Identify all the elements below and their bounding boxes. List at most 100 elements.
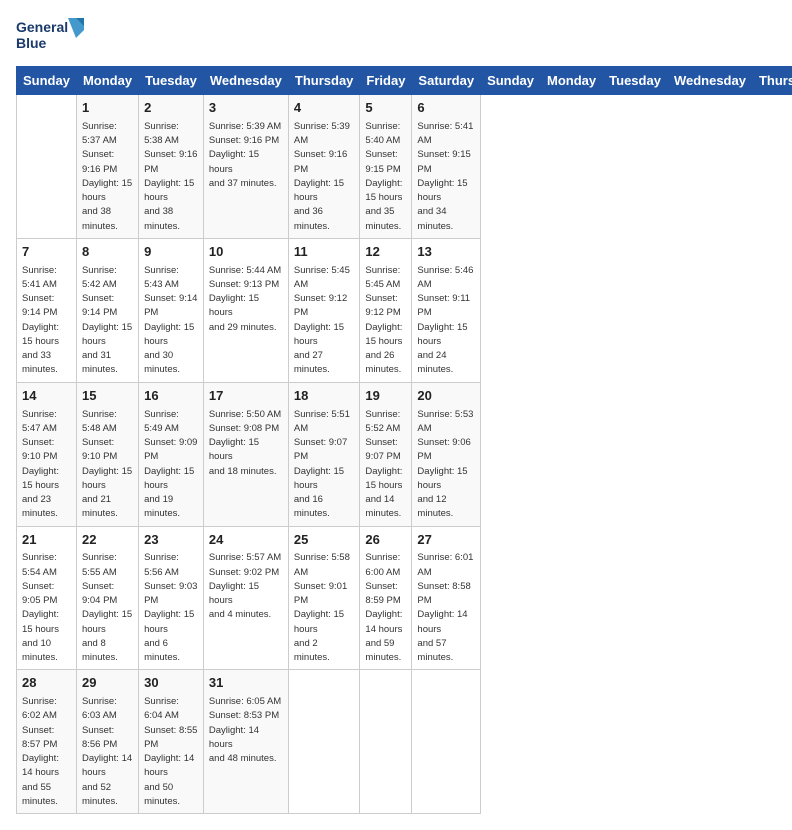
day-info: Sunrise: 6:04 AM Sunset: 8:55 PM Dayligh… — [144, 695, 198, 809]
day-info: Sunrise: 6:02 AM Sunset: 8:57 PM Dayligh… — [22, 695, 71, 809]
day-number: 29 — [82, 674, 133, 693]
day-info: Sunrise: 5:41 AM Sunset: 9:14 PM Dayligh… — [22, 264, 71, 378]
calendar-cell: 10Sunrise: 5:44 AM Sunset: 9:13 PM Dayli… — [203, 238, 288, 382]
calendar-cell: 5Sunrise: 5:40 AM Sunset: 9:15 PM Daylig… — [360, 95, 412, 239]
calendar-cell — [17, 95, 77, 239]
day-number: 5 — [365, 99, 406, 118]
day-info: Sunrise: 6:00 AM Sunset: 8:59 PM Dayligh… — [365, 551, 406, 665]
day-number: 25 — [294, 531, 355, 550]
header-day-tuesday: Tuesday — [139, 67, 204, 95]
day-info: Sunrise: 6:05 AM Sunset: 8:53 PM Dayligh… — [209, 695, 283, 766]
day-info: Sunrise: 5:52 AM Sunset: 9:07 PM Dayligh… — [365, 408, 406, 522]
calendar-cell: 7 Sunrise: 5:41 AM Sunset: 9:14 PM Daylig… — [17, 238, 77, 382]
calendar-cell: 3 Sunrise: 5:39 AM Sunset: 9:16 PM Daylig… — [203, 95, 288, 239]
day-info: Sunrise: 5:56 AM Sunset: 9:03 PM Dayligh… — [144, 551, 198, 665]
calendar-cell: 8 Sunrise: 5:42 AM Sunset: 9:14 PM Daylig… — [76, 238, 138, 382]
day-number: 2 — [144, 99, 198, 118]
day-number: 30 — [144, 674, 198, 693]
calendar-cell: 26Sunrise: 6:00 AM Sunset: 8:59 PM Dayli… — [360, 526, 412, 670]
day-info: Sunrise: 5:37 AM Sunset: 9:16 PM Dayligh… — [82, 120, 133, 234]
day-number: 1 — [82, 99, 133, 118]
calendar-cell: 15 Sunrise: 5:48 AM Sunset: 9:10 PM Dayli… — [76, 382, 138, 526]
day-info: Sunrise: 5:49 AM Sunset: 9:09 PM Dayligh… — [144, 408, 198, 522]
day-info: Sunrise: 5:50 AM Sunset: 9:08 PM Dayligh… — [209, 408, 283, 479]
calendar-cell: 17 Sunrise: 5:50 AM Sunset: 9:08 PM Dayli… — [203, 382, 288, 526]
day-number: 17 — [209, 387, 283, 406]
calendar-cell: 14 Sunrise: 5:47 AM Sunset: 9:10 PM Dayli… — [17, 382, 77, 526]
day-number: 7 — [22, 243, 71, 262]
calendar-cell: 23Sunrise: 5:56 AM Sunset: 9:03 PM Dayli… — [139, 526, 204, 670]
svg-text:Blue: Blue — [16, 35, 47, 51]
day-info: Sunrise: 5:48 AM Sunset: 9:10 PM Dayligh… — [82, 408, 133, 522]
calendar-cell — [412, 670, 481, 814]
calendar-cell: 21Sunrise: 5:54 AM Sunset: 9:05 PM Dayli… — [17, 526, 77, 670]
header-day-friday: Friday — [360, 67, 412, 95]
calendar-header-row: SundayMondayTuesdayWednesdayThursdayFrid… — [17, 67, 792, 95]
calendar-cell: 28 Sunrise: 6:02 AM Sunset: 8:57 PM Dayli… — [17, 670, 77, 814]
calendar-cell — [288, 670, 360, 814]
calendar-cell: 29 Sunrise: 6:03 AM Sunset: 8:56 PM Dayli… — [76, 670, 138, 814]
calendar-cell: 6 Sunrise: 5:41 AM Sunset: 9:15 PM Daylig… — [412, 95, 481, 239]
logo-svg: General Blue — [16, 16, 86, 58]
day-info: Sunrise: 5:42 AM Sunset: 9:14 PM Dayligh… — [82, 264, 133, 378]
logo: General Blue — [16, 16, 86, 58]
day-info: Sunrise: 5:38 AM Sunset: 9:16 PM Dayligh… — [144, 120, 198, 234]
calendar-cell: 22Sunrise: 5:55 AM Sunset: 9:04 PM Dayli… — [76, 526, 138, 670]
day-info: Sunrise: 5:51 AM Sunset: 9:07 PM Dayligh… — [294, 408, 355, 522]
day-number: 27 — [417, 531, 475, 550]
week-row-3: 14 Sunrise: 5:47 AM Sunset: 9:10 PM Dayli… — [17, 382, 792, 526]
day-number: 9 — [144, 243, 198, 262]
day-info: Sunrise: 5:39 AM Sunset: 9:16 PM Dayligh… — [209, 120, 283, 191]
day-number: 26 — [365, 531, 406, 550]
day-number: 28 — [22, 674, 71, 693]
calendar-cell: 12Sunrise: 5:45 AM Sunset: 9:12 PM Dayli… — [360, 238, 412, 382]
calendar-cell: 20Sunrise: 5:53 AM Sunset: 9:06 PM Dayli… — [412, 382, 481, 526]
day-number: 18 — [294, 387, 355, 406]
calendar-cell: 9Sunrise: 5:43 AM Sunset: 9:14 PM Daylig… — [139, 238, 204, 382]
day-info: Sunrise: 5:55 AM Sunset: 9:04 PM Dayligh… — [82, 551, 133, 665]
day-info: Sunrise: 5:46 AM Sunset: 9:11 PM Dayligh… — [417, 264, 475, 378]
calendar-cell: 2 Sunrise: 5:38 AM Sunset: 9:16 PM Daylig… — [139, 95, 204, 239]
week-row-5: 28 Sunrise: 6:02 AM Sunset: 8:57 PM Dayli… — [17, 670, 792, 814]
day-number: 13 — [417, 243, 475, 262]
day-number: 4 — [294, 99, 355, 118]
day-number: 6 — [417, 99, 475, 118]
calendar-cell: 30 Sunrise: 6:04 AM Sunset: 8:55 PM Dayli… — [139, 670, 204, 814]
day-number: 8 — [82, 243, 133, 262]
day-info: Sunrise: 5:41 AM Sunset: 9:15 PM Dayligh… — [417, 120, 475, 234]
day-number: 10 — [209, 243, 283, 262]
day-info: Sunrise: 5:47 AM Sunset: 9:10 PM Dayligh… — [22, 408, 71, 522]
week-row-4: 21Sunrise: 5:54 AM Sunset: 9:05 PM Dayli… — [17, 526, 792, 670]
calendar-cell: 1 Sunrise: 5:37 AM Sunset: 9:16 PM Daylig… — [76, 95, 138, 239]
day-number: 21 — [22, 531, 71, 550]
header-day-monday: Monday — [76, 67, 138, 95]
calendar-cell: 31 Sunrise: 6:05 AM Sunset: 8:53 PM Dayli… — [203, 670, 288, 814]
day-info: Sunrise: 5:58 AM Sunset: 9:01 PM Dayligh… — [294, 551, 355, 665]
header-wednesday: Wednesday — [667, 67, 752, 95]
header-day-thursday: Thursday — [288, 67, 360, 95]
day-info: Sunrise: 6:01 AM Sunset: 8:58 PM Dayligh… — [417, 551, 475, 665]
calendar-cell: 18 Sunrise: 5:51 AM Sunset: 9:07 PM Dayli… — [288, 382, 360, 526]
week-row-1: 1 Sunrise: 5:37 AM Sunset: 9:16 PM Daylig… — [17, 95, 792, 239]
day-number: 14 — [22, 387, 71, 406]
header-monday: Monday — [541, 67, 603, 95]
day-number: 31 — [209, 674, 283, 693]
header-tuesday: Tuesday — [603, 67, 668, 95]
day-number: 3 — [209, 99, 283, 118]
day-number: 22 — [82, 531, 133, 550]
day-number: 12 — [365, 243, 406, 262]
calendar-cell: 11 Sunrise: 5:45 AM Sunset: 9:12 PM Dayli… — [288, 238, 360, 382]
header-thursday: Thursday — [752, 67, 792, 95]
day-number: 16 — [144, 387, 198, 406]
header-day-sunday: Sunday — [17, 67, 77, 95]
day-info: Sunrise: 5:45 AM Sunset: 9:12 PM Dayligh… — [294, 264, 355, 378]
day-number: 15 — [82, 387, 133, 406]
day-info: Sunrise: 5:53 AM Sunset: 9:06 PM Dayligh… — [417, 408, 475, 522]
day-info: Sunrise: 5:54 AM Sunset: 9:05 PM Dayligh… — [22, 551, 71, 665]
header-sunday: Sunday — [481, 67, 541, 95]
calendar-cell: 27Sunrise: 6:01 AM Sunset: 8:58 PM Dayli… — [412, 526, 481, 670]
day-number: 11 — [294, 243, 355, 262]
day-info: Sunrise: 6:03 AM Sunset: 8:56 PM Dayligh… — [82, 695, 133, 809]
page-header: General Blue — [16, 16, 776, 58]
header-day-wednesday: Wednesday — [203, 67, 288, 95]
